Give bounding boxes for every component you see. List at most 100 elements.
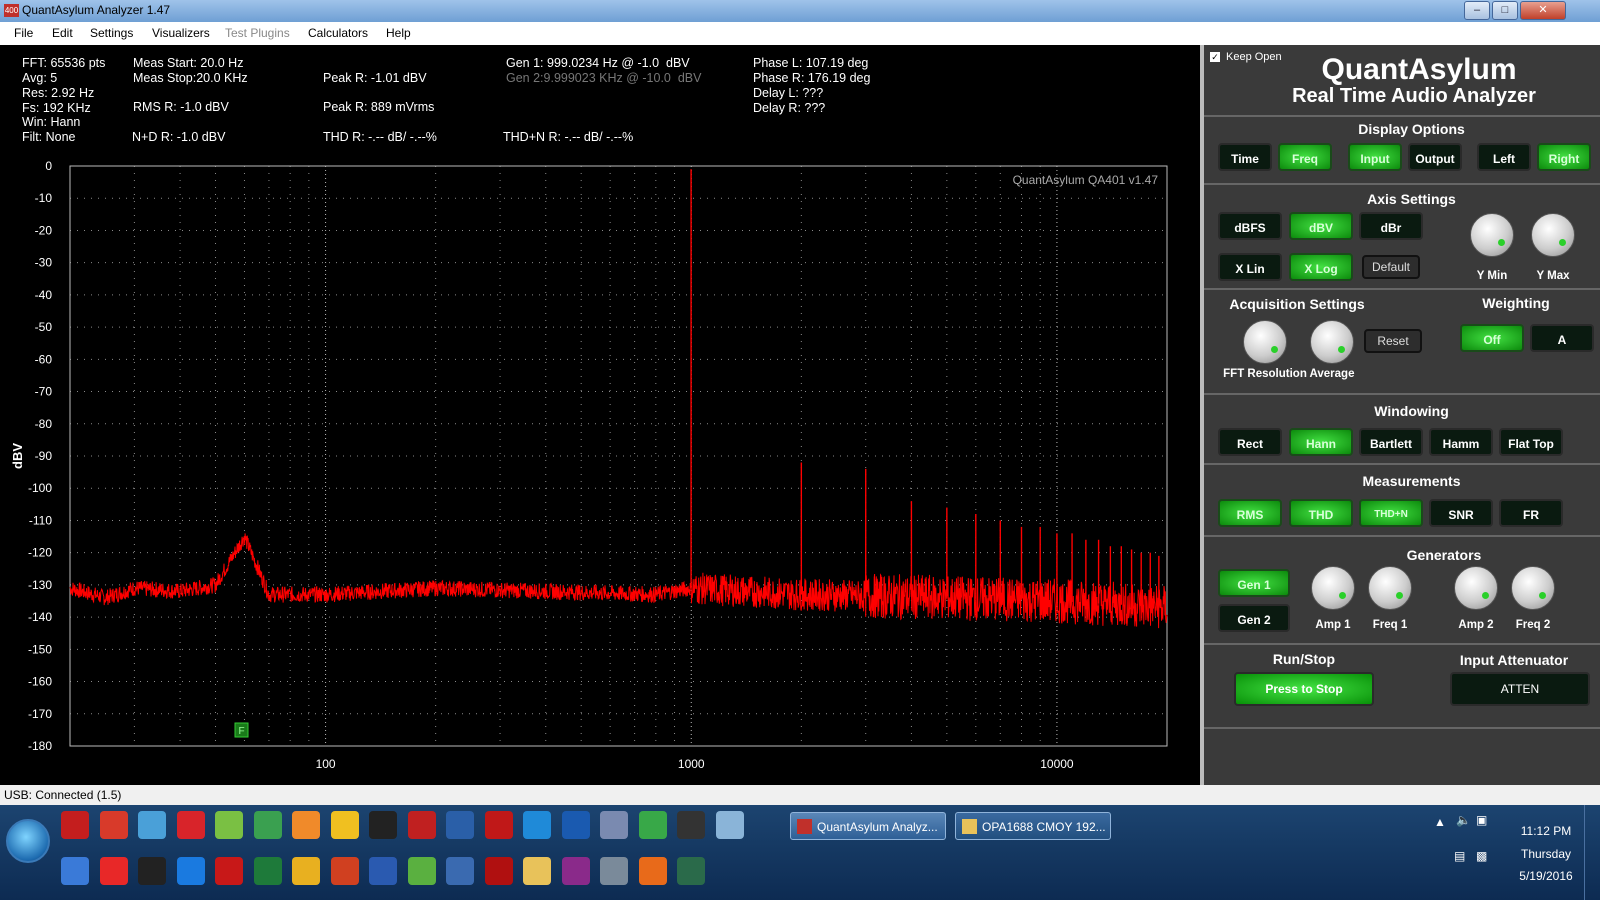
task-opa1688[interactable]: OPA1688 CMOY 192... bbox=[955, 812, 1111, 840]
fc-icon[interactable] bbox=[561, 811, 590, 839]
window-hamm-button[interactable]: Hamm bbox=[1429, 428, 1493, 456]
tool-icon[interactable] bbox=[215, 811, 243, 839]
readout-area: FFT: 65536 pts Avg: 5 Res: 2.92 Hz Fs: 1… bbox=[0, 45, 1200, 160]
gen1-button[interactable]: Gen 1 bbox=[1218, 569, 1290, 597]
volume-icon[interactable]: 🔈 bbox=[1456, 813, 1471, 827]
window-hann-button[interactable]: Hann bbox=[1289, 428, 1353, 456]
network-icon[interactable]: ▣ bbox=[1476, 813, 1487, 827]
network-icon[interactable] bbox=[138, 811, 166, 839]
display-input-button[interactable]: Input bbox=[1348, 143, 1402, 171]
window-flattop-button[interactable]: Flat Top bbox=[1499, 428, 1563, 456]
clock-time[interactable]: 11:12 PM bbox=[1510, 824, 1582, 838]
app-icon[interactable] bbox=[253, 811, 282, 839]
display-right-button[interactable]: Right bbox=[1537, 143, 1591, 171]
task-quantasylum[interactable]: QuantAsylum Analyz... bbox=[790, 812, 946, 840]
ie-icon[interactable] bbox=[176, 857, 205, 885]
mail-icon[interactable] bbox=[292, 857, 320, 885]
display-options-title: Display Options bbox=[1358, 121, 1465, 137]
readout-delay-r: Delay R: ??? bbox=[753, 101, 826, 115]
meas-snr-button[interactable]: SNR bbox=[1429, 499, 1493, 527]
word-icon[interactable] bbox=[369, 857, 397, 885]
menu-help[interactable]: Help bbox=[386, 26, 411, 40]
fft-resolution-knob[interactable] bbox=[1243, 320, 1287, 364]
app-icon[interactable] bbox=[677, 857, 705, 885]
gen2-button[interactable]: Gen 2 bbox=[1218, 604, 1290, 632]
axis-dbv-button[interactable]: dBV bbox=[1289, 212, 1353, 240]
clock-day[interactable]: Thursday bbox=[1510, 847, 1582, 861]
display-time-button[interactable]: Time bbox=[1218, 143, 1272, 171]
menu-calculators[interactable]: Calculators bbox=[308, 26, 368, 40]
camera-icon[interactable] bbox=[600, 857, 628, 885]
weighting-off-button[interactable]: Off bbox=[1460, 324, 1524, 352]
meas-rms-button[interactable]: RMS bbox=[1218, 499, 1282, 527]
meas-fr-button[interactable]: FR bbox=[1499, 499, 1563, 527]
app-icon[interactable] bbox=[215, 857, 243, 885]
puzzle-icon[interactable] bbox=[407, 857, 436, 885]
ppt-icon[interactable] bbox=[330, 857, 359, 885]
acrobat-icon[interactable] bbox=[61, 811, 89, 839]
axis-xlog-button[interactable]: X Log bbox=[1289, 253, 1353, 281]
chrome-icon[interactable] bbox=[638, 811, 667, 839]
freq1-knob[interactable] bbox=[1368, 566, 1412, 610]
display-freq-button[interactable]: Freq bbox=[1278, 143, 1332, 171]
run-stop-button[interactable]: Press to Stop bbox=[1234, 672, 1374, 706]
fan-icon[interactable] bbox=[61, 857, 89, 885]
64-icon[interactable] bbox=[176, 811, 205, 839]
wrench-icon[interactable] bbox=[446, 857, 474, 885]
ymax-knob[interactable] bbox=[1531, 213, 1575, 257]
spectrum-plot[interactable]: 0 -10 -20 -30 -40 -50 -60 -70 -80 -90 -100 -110 -120… bbox=[0, 160, 1200, 785]
tray-arrow-icon[interactable]: ▲ bbox=[1434, 815, 1446, 829]
keep-open-checkbox[interactable]: ✓ Keep Open bbox=[1210, 51, 1282, 63]
window-rect-button[interactable]: Rect bbox=[1218, 428, 1282, 456]
kodi-icon[interactable] bbox=[523, 811, 551, 839]
eagle-icon[interactable] bbox=[484, 811, 513, 839]
firefox-icon[interactable] bbox=[638, 857, 667, 885]
meas-thd-button[interactable]: THD bbox=[1289, 499, 1353, 527]
display-output-button[interactable]: Output bbox=[1408, 143, 1462, 171]
display-icon[interactable]: ▩ bbox=[1476, 849, 1487, 863]
axis-dbfs-button[interactable]: dBFS bbox=[1218, 212, 1282, 240]
menu-visualizers[interactable]: Visualizers bbox=[152, 26, 210, 40]
show-desktop-button[interactable] bbox=[1584, 805, 1599, 900]
menu-test-plugins[interactable]: Test Plugins bbox=[225, 26, 290, 40]
close-button[interactable]: ✕ bbox=[1520, 1, 1566, 20]
doc-icon[interactable] bbox=[600, 811, 628, 839]
app-icon[interactable] bbox=[407, 811, 436, 839]
clock-date[interactable]: 5/19/2016 bbox=[1510, 869, 1582, 883]
outlook-icon[interactable] bbox=[446, 811, 474, 839]
menu-file[interactable]: File bbox=[14, 26, 33, 40]
axis-default-button[interactable]: Default bbox=[1362, 255, 1420, 279]
calculator-icon[interactable] bbox=[715, 811, 744, 839]
start-button[interactable] bbox=[6, 819, 50, 863]
readout-rms-r: RMS R: -1.0 dBV bbox=[133, 100, 229, 114]
pdf-icon[interactable] bbox=[99, 811, 128, 839]
excel-icon[interactable] bbox=[253, 857, 282, 885]
display-left-button[interactable]: Left bbox=[1477, 143, 1531, 171]
meas-thdn-button[interactable]: THD+N bbox=[1359, 499, 1423, 527]
freq2-knob[interactable] bbox=[1511, 566, 1555, 610]
axis-dbr-button[interactable]: dBr bbox=[1359, 212, 1423, 240]
weighting-a-button[interactable]: A bbox=[1530, 324, 1594, 352]
pencil-icon[interactable] bbox=[292, 811, 320, 839]
splat-icon[interactable] bbox=[99, 857, 128, 885]
maximize-button[interactable]: □ bbox=[1492, 1, 1518, 20]
reset-button[interactable]: Reset bbox=[1364, 329, 1422, 353]
average-knob[interactable] bbox=[1310, 320, 1354, 364]
ymin-knob[interactable] bbox=[1470, 213, 1514, 257]
chip-icon[interactable] bbox=[677, 811, 705, 839]
rar-icon[interactable] bbox=[561, 857, 590, 885]
minimize-button[interactable]: – bbox=[1464, 1, 1490, 20]
record-icon[interactable] bbox=[484, 857, 513, 885]
attenuator-button[interactable]: ATTEN bbox=[1450, 672, 1590, 706]
tray-icon[interactable]: ▤ bbox=[1454, 849, 1465, 863]
duck-icon[interactable] bbox=[330, 811, 359, 839]
folder-icon[interactable] bbox=[523, 857, 551, 885]
kindle-icon[interactable] bbox=[138, 857, 166, 885]
cmd-icon[interactable] bbox=[369, 811, 397, 839]
axis-xlin-button[interactable]: X Lin bbox=[1218, 253, 1282, 281]
window-bartlett-button[interactable]: Bartlett bbox=[1359, 428, 1423, 456]
amp1-knob[interactable] bbox=[1311, 566, 1355, 610]
menu-edit[interactable]: Edit bbox=[52, 26, 73, 40]
amp2-knob[interactable] bbox=[1454, 566, 1498, 610]
menu-settings[interactable]: Settings bbox=[90, 26, 133, 40]
